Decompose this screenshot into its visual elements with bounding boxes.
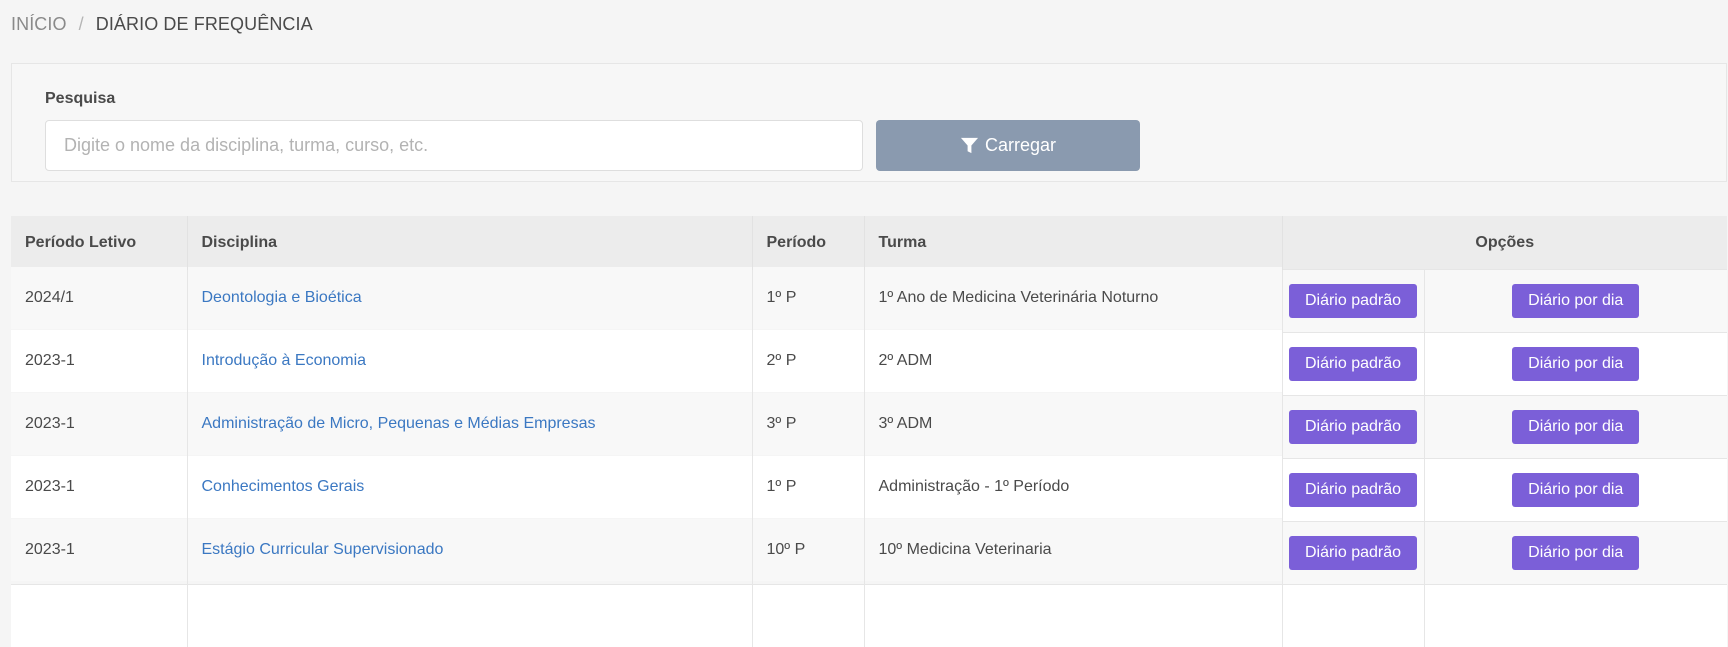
load-button-label: Carregar bbox=[985, 135, 1056, 156]
diary-table: Período Letivo Disciplina Período Turma … bbox=[11, 216, 1727, 647]
table-row: 2023-1 Administração de Micro, Pequenas … bbox=[11, 396, 1727, 459]
table-row: 2023-1 Estágio Curricular Supervisionado… bbox=[11, 522, 1727, 585]
cell-turma bbox=[864, 585, 1282, 647]
diario-padrao-button[interactable]: Diário padrão bbox=[1289, 536, 1417, 570]
table-row: 2024/1 Deontologia e Bioética 1º P 1º An… bbox=[11, 270, 1727, 333]
cell-periodo: 1º P bbox=[752, 267, 864, 330]
table-row bbox=[11, 585, 1727, 647]
diario-por-dia-button[interactable]: Diário por dia bbox=[1512, 410, 1639, 444]
cell-periodo: 1º P bbox=[752, 456, 864, 519]
header-turma: Turma bbox=[864, 216, 1282, 270]
disciplina-link[interactable]: Conhecimentos Gerais bbox=[202, 478, 365, 495]
cell-turma: 1º Ano de Medicina Veterinária Noturno bbox=[864, 267, 1282, 330]
breadcrumb-home-link[interactable]: INÍCIO bbox=[11, 14, 67, 35]
cell-periodo-letivo: 2024/1 bbox=[11, 267, 187, 330]
disciplina-link[interactable]: Introdução à Economia bbox=[202, 352, 367, 369]
search-input[interactable] bbox=[45, 120, 863, 171]
cell-periodo: 10º P bbox=[752, 519, 864, 582]
header-periodo: Período bbox=[752, 216, 864, 270]
diario-padrao-button[interactable]: Diário padrão bbox=[1289, 410, 1417, 444]
cell-turma: 2º ADM bbox=[864, 330, 1282, 393]
diario-por-dia-button[interactable]: Diário por dia bbox=[1512, 284, 1639, 318]
diario-padrao-button[interactable]: Diário padrão bbox=[1289, 347, 1417, 381]
diario-por-dia-button[interactable]: Diário por dia bbox=[1512, 347, 1639, 381]
disciplina-link[interactable]: Estágio Curricular Supervisionado bbox=[202, 541, 444, 558]
cell-opcao-padrao bbox=[1282, 585, 1424, 647]
cell-periodo-letivo: 2023-1 bbox=[11, 456, 187, 519]
cell-periodo-letivo bbox=[11, 585, 187, 647]
diary-table-container: Período Letivo Disciplina Período Turma … bbox=[11, 216, 1727, 647]
disciplina-link[interactable]: Administração de Micro, Pequenas e Média… bbox=[202, 415, 596, 432]
search-label: Pesquisa bbox=[45, 90, 115, 108]
diario-padrao-button[interactable]: Diário padrão bbox=[1289, 473, 1417, 507]
cell-periodo-letivo: 2023-1 bbox=[11, 393, 187, 456]
breadcrumb-separator: / bbox=[79, 14, 84, 35]
cell-turma: Administração - 1º Período bbox=[864, 456, 1282, 519]
diario-por-dia-button[interactable]: Diário por dia bbox=[1512, 536, 1639, 570]
diario-padrao-button[interactable]: Diário padrão bbox=[1289, 284, 1417, 318]
cell-disciplina bbox=[187, 585, 752, 647]
breadcrumb: INÍCIO / DIÁRIO DE FREQUÊNCIA bbox=[11, 14, 313, 35]
cell-periodo-letivo: 2023-1 bbox=[11, 519, 187, 582]
cell-periodo: 2º P bbox=[752, 330, 864, 393]
table-row: 2023-1 Conhecimentos Gerais 1º P Adminis… bbox=[11, 459, 1727, 522]
breadcrumb-current: DIÁRIO DE FREQUÊNCIA bbox=[96, 14, 313, 35]
table-row: 2023-1 Introdução à Economia 2º P 2º ADM… bbox=[11, 333, 1727, 396]
filter-icon bbox=[960, 136, 979, 155]
search-panel: Pesquisa Carregar bbox=[11, 63, 1727, 182]
header-disciplina: Disciplina bbox=[187, 216, 752, 270]
header-periodo-letivo: Período Letivo bbox=[11, 216, 187, 270]
disciplina-link[interactable]: Deontologia e Bioética bbox=[202, 289, 362, 306]
table-header-row: Período Letivo Disciplina Período Turma … bbox=[11, 216, 1727, 270]
cell-turma: 3º ADM bbox=[864, 393, 1282, 456]
cell-turma: 10º Medicina Veterinaria bbox=[864, 519, 1282, 582]
diario-por-dia-button[interactable]: Diário por dia bbox=[1512, 473, 1639, 507]
cell-periodo bbox=[752, 585, 864, 647]
cell-opcao-dia bbox=[1424, 585, 1727, 647]
cell-periodo: 3º P bbox=[752, 393, 864, 456]
load-button[interactable]: Carregar bbox=[876, 120, 1140, 171]
cell-periodo-letivo: 2023-1 bbox=[11, 330, 187, 393]
header-opcoes: Opções bbox=[1282, 216, 1727, 270]
